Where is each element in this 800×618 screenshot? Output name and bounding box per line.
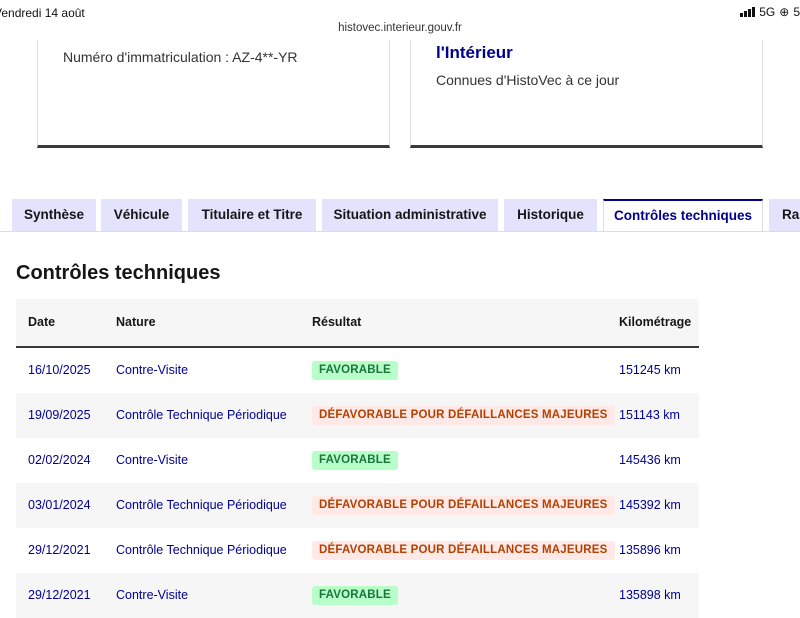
cell-kilometrage: 135896 km xyxy=(619,543,681,557)
cell-date: 03/01/2024 xyxy=(28,498,91,512)
table-row: 02/02/2024 Contre-Visite FAVORABLE 145436 k… xyxy=(16,438,699,483)
table-row: 29/12/2021 Contre-Visite FAVORABLE 135898 k… xyxy=(16,573,699,618)
tab-titulaire-titre[interactable]: Titulaire et Titre xyxy=(188,199,316,231)
status-indicators: 5G ⊕ 5 xyxy=(740,5,800,19)
tab-vehicule[interactable]: Véhicule xyxy=(101,199,182,231)
tab-controles-techniques[interactable]: Contrôles techniques xyxy=(603,199,763,232)
cell-nature: Contrôle Technique Périodique xyxy=(116,498,287,512)
result-badge: FAVORABLE xyxy=(312,451,398,470)
header-kilometrage: Kilométrage xyxy=(619,315,692,329)
inspections-table: Date Nature Résultat Kilométrage 16/10/2… xyxy=(16,299,699,618)
table-row: 19/09/2025 Contrôle Technique Périodique D… xyxy=(16,393,699,438)
header-resultat: Résultat xyxy=(312,315,362,329)
ministry-card: l'Intérieur Connues d'HistoVec à ce jour xyxy=(410,40,763,148)
address-bar[interactable]: histovec.interieur.gouv.fr xyxy=(0,22,800,42)
cell-kilometrage: 151143 km xyxy=(619,408,680,422)
result-badge: FAVORABLE xyxy=(312,361,398,380)
table-header: Date Nature Résultat Kilométrage xyxy=(16,299,699,348)
registration-number: Numéro d'immatriculation : AZ-4**-YR xyxy=(63,49,298,65)
tab-situation-administrative[interactable]: Situation administrative xyxy=(322,199,498,231)
tab-bar: Synthèse Véhicule Titulaire et Titre Sit… xyxy=(0,199,800,232)
battery-fragment: 5 xyxy=(793,5,800,19)
cell-date: 16/10/2025 xyxy=(28,363,91,377)
cell-date: 29/12/2021 xyxy=(28,543,91,557)
tab-rapport[interactable]: Rap xyxy=(769,199,800,231)
status-time: Vendredi 14 août xyxy=(0,6,85,20)
ministry-subtitle: Connues d'HistoVec à ce jour xyxy=(436,72,620,88)
cellular-signal-icon xyxy=(740,7,756,17)
cell-kilometrage: 151245 km xyxy=(619,363,681,377)
cell-nature: Contrôle Technique Périodique xyxy=(116,408,287,422)
table-row: 16/10/2025 Contre-Visite FAVORABLE 151245 k… xyxy=(16,348,699,393)
tab-synthese[interactable]: Synthèse xyxy=(12,199,96,231)
cell-nature: Contre-Visite xyxy=(116,363,189,377)
tab-historique[interactable]: Historique xyxy=(504,199,597,231)
cell-date: 02/02/2024 xyxy=(28,453,91,467)
ministry-title: l'Intérieur xyxy=(436,43,513,62)
controles-techniques-panel: Contrôles techniques Date Nature Résulta… xyxy=(0,231,800,618)
result-badge: DÉFAVORABLE POUR DÉFAILLANCES MAJEURES xyxy=(312,406,615,425)
header-nature: Nature xyxy=(116,315,156,329)
cell-kilometrage: 145392 km xyxy=(619,498,681,512)
vehicle-id-card: Numéro d'immatriculation : AZ-4**-YR xyxy=(37,40,390,148)
header-date: Date xyxy=(28,315,56,329)
result-badge: DÉFAVORABLE POUR DÉFAILLANCES MAJEURES xyxy=(312,541,615,560)
cell-nature: Contrôle Technique Périodique xyxy=(116,543,287,557)
cell-nature: Contre-Visite xyxy=(116,453,189,467)
result-badge: DÉFAVORABLE POUR DÉFAILLANCES MAJEURES xyxy=(312,496,615,515)
result-badge: FAVORABLE xyxy=(312,586,398,605)
table-row: 29/12/2021 Contrôle Technique Périodique D… xyxy=(16,528,699,573)
cell-date: 19/09/2025 xyxy=(28,408,91,422)
cell-kilometrage: 145436 km xyxy=(619,453,681,467)
table-row: 03/01/2024 Contrôle Technique Périodique D… xyxy=(16,483,699,528)
orientation-lock-icon: ⊕ xyxy=(779,5,790,19)
network-type: 5G xyxy=(759,5,776,19)
section-title: Contrôles techniques xyxy=(16,262,221,284)
